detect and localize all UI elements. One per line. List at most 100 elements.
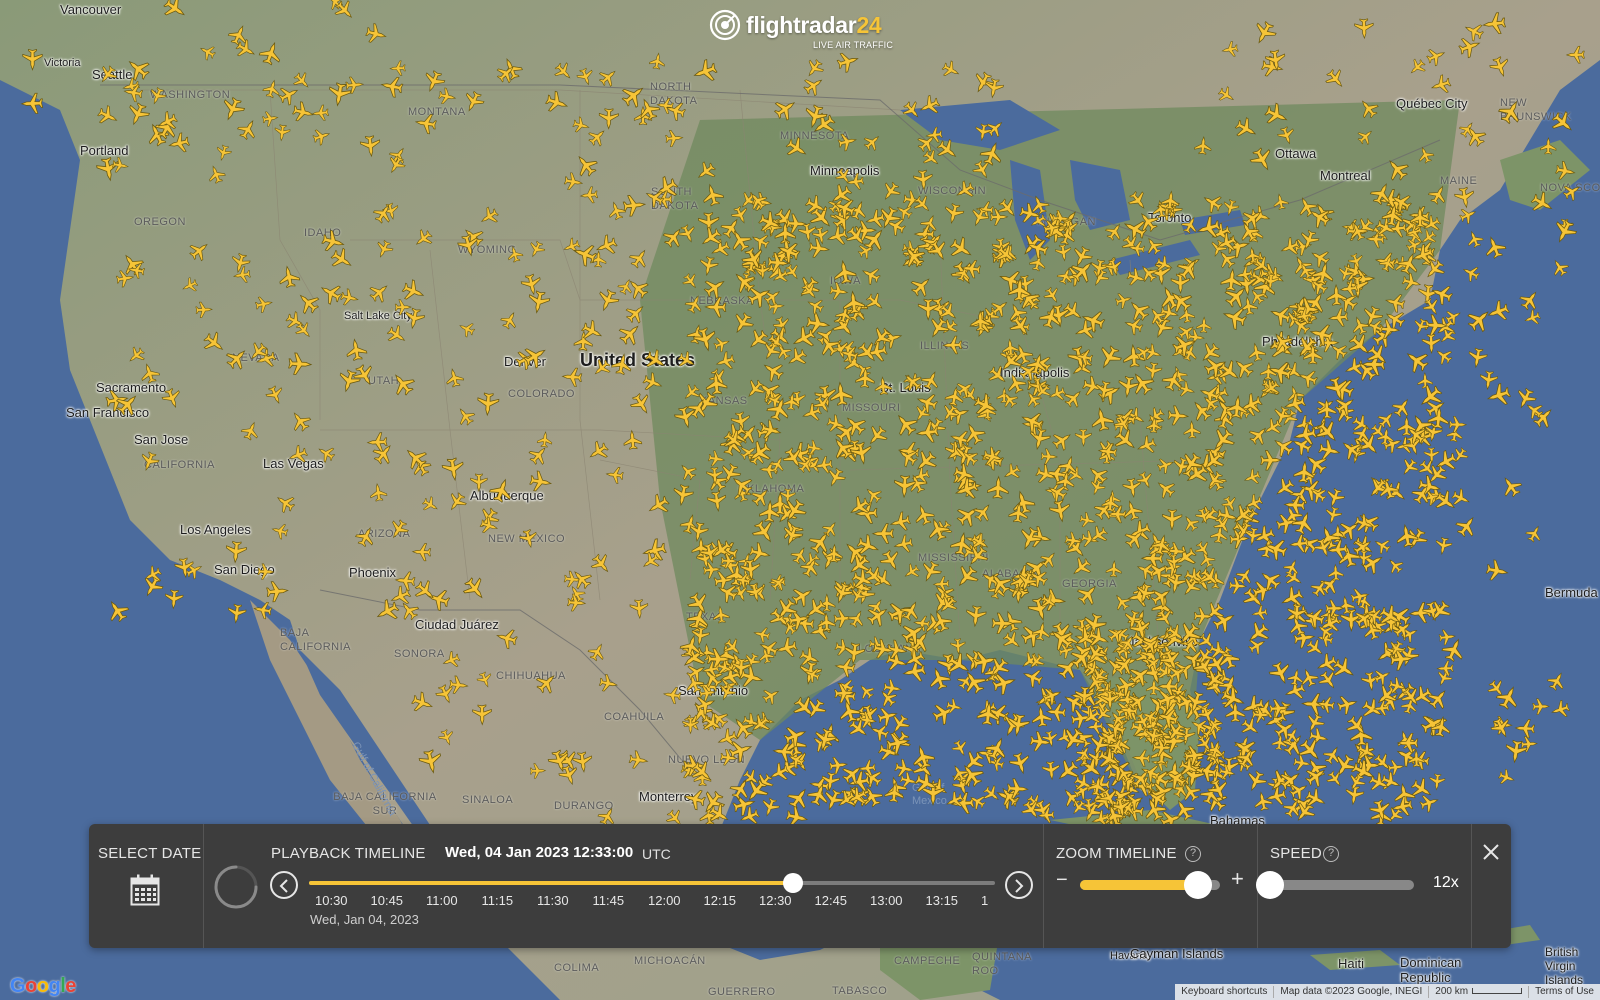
airplane-icon[interactable]: [1482, 12, 1507, 35]
airplane-icon[interactable]: [1401, 345, 1432, 376]
airplane-icon[interactable]: [529, 470, 553, 493]
airplane-icon[interactable]: [103, 596, 131, 625]
airplane-icon[interactable]: [1135, 434, 1158, 457]
airplane-icon[interactable]: [235, 116, 260, 142]
airplane-icon[interactable]: [917, 93, 942, 118]
airplane-icon[interactable]: [273, 491, 298, 515]
airplane-icon[interactable]: [111, 156, 130, 174]
airplane-icon[interactable]: [385, 323, 410, 348]
airplane-icon[interactable]: [277, 265, 301, 289]
airplane-icon[interactable]: [1565, 45, 1585, 64]
airplane-icon[interactable]: [1278, 236, 1302, 259]
airplane-icon[interactable]: [1485, 299, 1511, 325]
airplane-icon[interactable]: [1049, 499, 1073, 523]
airplane-icon[interactable]: [1196, 316, 1212, 333]
airplane-icon[interactable]: [683, 293, 705, 316]
airplane-icon[interactable]: [1094, 343, 1124, 373]
airplane-icon[interactable]: [195, 301, 213, 318]
airplane-icon[interactable]: [1251, 605, 1268, 622]
airplane-icon[interactable]: [771, 95, 800, 124]
airplane-icon[interactable]: [1545, 669, 1568, 693]
airplane-icon[interactable]: [276, 82, 301, 107]
airplane-icon[interactable]: [693, 159, 718, 184]
airplane-icon[interactable]: [536, 431, 553, 448]
airplane-icon[interactable]: [1008, 751, 1033, 776]
airplane-icon[interactable]: [1221, 40, 1239, 59]
airplane-icon[interactable]: [785, 784, 814, 813]
airplane-icon[interactable]: [834, 638, 854, 658]
airplane-icon[interactable]: [1079, 511, 1097, 529]
airplane-icon[interactable]: [544, 90, 571, 116]
airplane-icon[interactable]: [351, 362, 378, 390]
airplane-icon[interactable]: [698, 255, 719, 277]
airplane-icon[interactable]: [952, 562, 982, 592]
airplane-icon[interactable]: [1271, 405, 1294, 428]
airplane-icon[interactable]: [953, 179, 977, 203]
airplane-icon[interactable]: [707, 450, 726, 468]
airplane-icon[interactable]: [1440, 635, 1468, 664]
airplane-icon[interactable]: [1177, 380, 1197, 400]
airplane-icon[interactable]: [240, 419, 262, 442]
airplane-icon[interactable]: [1103, 220, 1126, 243]
airplane-icon[interactable]: [460, 574, 490, 604]
airplane-icon[interactable]: [1252, 791, 1273, 812]
airplane-icon[interactable]: [147, 86, 168, 107]
airplane-icon[interactable]: [401, 443, 431, 472]
airplane-icon[interactable]: [438, 87, 457, 106]
airplane-icon[interactable]: [1156, 455, 1176, 475]
zoom-handle[interactable]: [1183, 871, 1212, 899]
airplane-icon[interactable]: [590, 357, 613, 380]
airplane-icon[interactable]: [1020, 665, 1044, 689]
airplane-icon[interactable]: [1497, 473, 1524, 500]
airplane-icon[interactable]: [1355, 126, 1376, 147]
airplane-icon[interactable]: [1144, 361, 1163, 381]
airplane-icon[interactable]: [124, 101, 151, 129]
airplane-icon[interactable]: [1421, 333, 1441, 354]
airplane-icon[interactable]: [1326, 283, 1347, 306]
airplane-icon[interactable]: [908, 272, 936, 300]
airplane-icon[interactable]: [611, 352, 634, 376]
airplane-icon[interactable]: [440, 650, 461, 671]
airplane-icon[interactable]: [871, 567, 897, 593]
airplane-icon[interactable]: [441, 457, 465, 482]
airplane-icon[interactable]: [1262, 101, 1291, 129]
airplane-icon[interactable]: [1482, 234, 1508, 261]
airplane-icon[interactable]: [1424, 314, 1449, 336]
airplane-icon[interactable]: [1349, 314, 1371, 336]
airplane-icon[interactable]: [1219, 757, 1240, 779]
airplane-icon[interactable]: [1220, 267, 1243, 292]
airplane-icon[interactable]: [1089, 406, 1115, 432]
airplane-icon[interactable]: [760, 685, 782, 707]
map-data-credit[interactable]: Map data ©2023 Google, INEGI: [1273, 986, 1428, 998]
airplane-icon[interactable]: [294, 288, 323, 317]
airplane-icon[interactable]: [919, 212, 941, 234]
airplane-icon[interactable]: [586, 125, 610, 149]
airplane-icon[interactable]: [768, 298, 785, 315]
airplane-icon[interactable]: [1426, 182, 1450, 206]
airplane-icon[interactable]: [495, 626, 519, 650]
airplane-icon[interactable]: [257, 563, 275, 580]
airplane-icon[interactable]: [911, 193, 934, 216]
airplane-icon[interactable]: [1041, 760, 1061, 781]
airplane-icon[interactable]: [863, 290, 887, 314]
airplane-icon[interactable]: [1448, 416, 1468, 434]
airplane-icon[interactable]: [846, 607, 868, 629]
airplane-icon[interactable]: [656, 97, 674, 114]
airplane-icon[interactable]: [1327, 563, 1344, 581]
airplane-icon[interactable]: [729, 310, 756, 338]
airplane-icon[interactable]: [420, 495, 441, 515]
airplane-icon[interactable]: [1411, 317, 1430, 336]
airplane-icon[interactable]: [1296, 367, 1319, 390]
airplane-icon[interactable]: [274, 124, 291, 142]
airplane-icon[interactable]: [1375, 408, 1398, 431]
airplane-icon[interactable]: [1460, 262, 1481, 283]
airplane-icon[interactable]: [1497, 768, 1517, 787]
airplane-icon[interactable]: [1142, 234, 1165, 257]
airplane-icon[interactable]: [586, 640, 608, 663]
airplane-icon[interactable]: [1395, 729, 1415, 750]
airplane-icon[interactable]: [965, 605, 987, 628]
airplane-icon[interactable]: [898, 598, 923, 624]
airplane-icon[interactable]: [662, 686, 682, 705]
airplane-icon[interactable]: [1549, 256, 1571, 278]
airplane-icon[interactable]: [871, 523, 894, 544]
